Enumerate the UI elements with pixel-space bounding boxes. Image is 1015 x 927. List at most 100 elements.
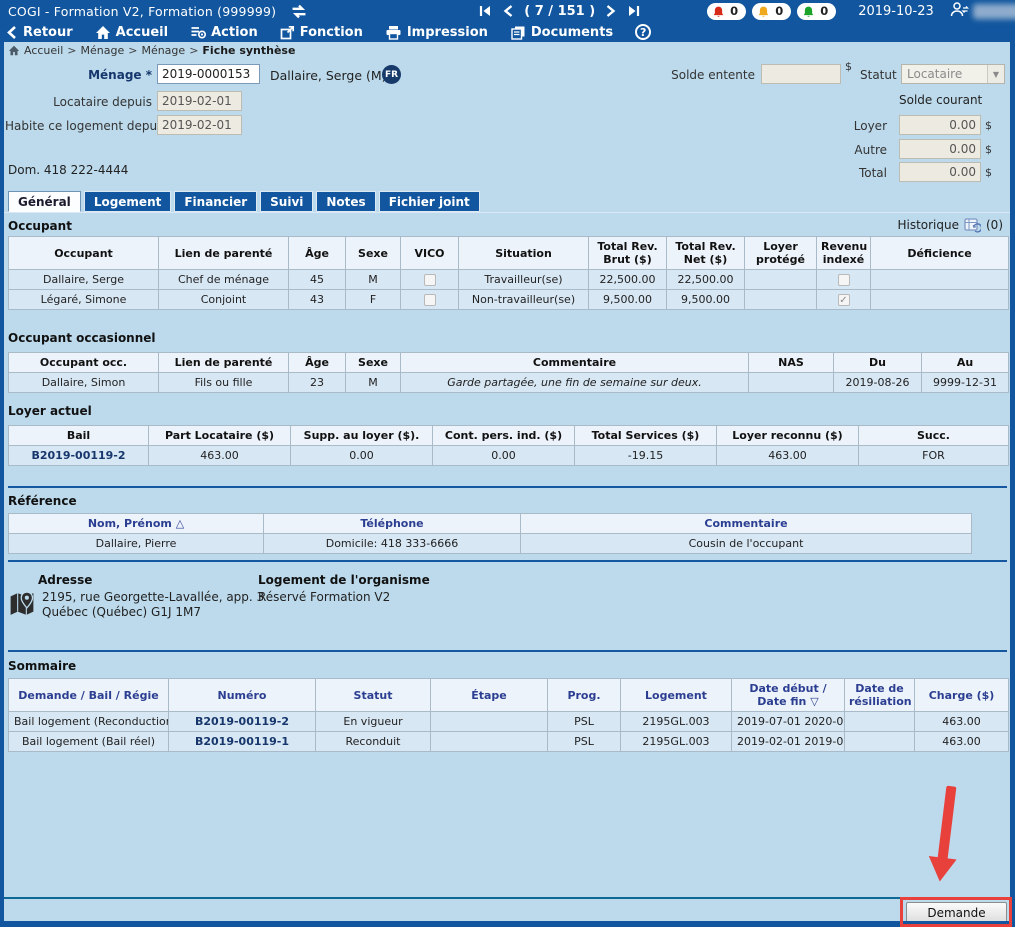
occasionnel-section-title: Occupant occasionnel (8, 331, 156, 345)
cell: 22,500.00 (667, 270, 745, 290)
cell: Dallaire, Simon (9, 373, 159, 393)
tab-logement[interactable]: Logement (84, 191, 172, 212)
tab-notes[interactable]: Notes (316, 191, 375, 212)
amber-bell-badge[interactable]: 0 (752, 3, 791, 20)
language-badge: FR (382, 65, 401, 84)
record-pager: ( 7 / 151 ) (478, 4, 641, 19)
loyer-table: BailPart Locataire ($)Supp. au loyer ($)… (8, 425, 1009, 466)
adresse-line1: 2195, rue Georgette-Lavallée, app. 3 (42, 590, 264, 605)
breadcrumb-menage-1[interactable]: Ménage (81, 44, 125, 57)
adresse-line2: Québec (Québec) G1J 1M7 (42, 605, 201, 620)
column-header: Du (834, 353, 922, 373)
window-border-right (1010, 42, 1015, 927)
cell: FOR (859, 446, 1009, 466)
cell: Dallaire, Serge (9, 270, 159, 290)
occasionnel-header-row: Occupant occ.Lien de parentéÂgeSexeComme… (9, 353, 1009, 373)
menu-impression-label: Impression (407, 25, 488, 40)
annotation-arrow (910, 783, 982, 896)
occupant-section-title: Occupant (8, 219, 72, 233)
help-button[interactable]: ? (635, 24, 651, 40)
back-chevron-icon (6, 25, 18, 40)
loyer-input (899, 115, 981, 135)
cell: 2019-02-01 2019-06-30 (732, 732, 845, 752)
cell: 22,500.00 (589, 270, 667, 290)
historique-control[interactable]: Historique (0) (897, 217, 1003, 233)
breadcrumb-home-icon (8, 45, 20, 56)
cell-link[interactable]: B2019-00119-1 (169, 732, 316, 752)
column-header: Total Services ($) (575, 426, 717, 446)
autre-dollar: $ (985, 143, 992, 156)
menu-retour[interactable]: Retour (6, 25, 73, 40)
cell: Reconduit (316, 732, 431, 752)
adresse-title: Adresse (38, 573, 92, 587)
total-label: Total (830, 166, 887, 180)
home-icon (95, 25, 111, 40)
user-switch-icon[interactable] (950, 1, 969, 22)
tab-fichier-joint[interactable]: Fichier joint (379, 191, 480, 212)
column-header: Numéro (169, 679, 316, 712)
tab-suivi[interactable]: Suivi (260, 191, 313, 212)
menu-action[interactable]: Action (190, 25, 258, 40)
application-window: COGI - Formation V2, Formation (999999) … (0, 0, 1015, 927)
column-header: Demande / Bail / Régie (9, 679, 169, 712)
table-row: B2019-00119-2463.000.000.00-19.15463.00F… (9, 446, 1009, 466)
cell-link[interactable]: B2019-00119-2 (9, 446, 149, 466)
cell: 2195GL.003 (621, 732, 732, 752)
external-function-icon (280, 25, 295, 40)
menu-bar: Retour Accueil Action Fonction Impressio… (0, 22, 1015, 42)
statut-select[interactable]: Locataire ▼ (901, 64, 1005, 84)
loyer-label: Loyer (830, 119, 887, 133)
column-header: Occupant (9, 237, 159, 270)
cell: Fils ou fille (159, 373, 289, 393)
red-bell-badge[interactable]: 0 (707, 3, 746, 20)
breadcrumb-current-page: Fiche synthèse (202, 44, 295, 57)
amber-bell-icon (757, 5, 770, 18)
tab-financier[interactable]: Financier (174, 191, 257, 212)
first-record-icon[interactable] (478, 4, 493, 18)
cell: 23 (289, 373, 346, 393)
cell: 9,500.00 (589, 290, 667, 310)
breadcrumb-accueil[interactable]: Accueil (24, 44, 63, 57)
checkbox-unchecked[interactable] (838, 274, 850, 286)
menu-documents[interactable]: Documents (510, 25, 613, 40)
checkbox-checked[interactable]: ✓ (838, 294, 850, 306)
menu-fonction[interactable]: Fonction (280, 25, 363, 40)
last-record-icon[interactable] (626, 4, 641, 18)
cell (745, 290, 817, 310)
column-header: Loyer reconnu ($) (717, 426, 859, 446)
reference-table: Nom, Prénom △TéléphoneCommentaire Dallai… (8, 513, 972, 554)
checkbox-unchecked[interactable] (424, 294, 436, 306)
checkbox-unchecked[interactable] (424, 274, 436, 286)
pagination-counter: ( 7 / 151 ) (524, 4, 595, 19)
checkbox-cell (401, 270, 459, 290)
breadcrumb-separator: > (189, 44, 198, 57)
occupant-table: OccupantLien de parentéÂgeSexeVICOSituat… (8, 236, 1009, 310)
column-header: Lien de parenté (159, 353, 289, 373)
column-header: Commentaire (401, 353, 749, 373)
breadcrumb-menage-2[interactable]: Ménage (141, 44, 185, 57)
tab-general[interactable]: Général (8, 191, 81, 212)
previous-record-icon[interactable] (502, 4, 515, 18)
green-bell-badge[interactable]: 0 (797, 3, 836, 20)
menu-impression[interactable]: Impression (385, 25, 488, 40)
action-gear-icon (190, 25, 206, 39)
refresh-icon[interactable] (290, 4, 308, 19)
column-header: Étape (431, 679, 548, 712)
next-record-icon[interactable] (604, 4, 617, 18)
habite-label: Habite ce logement depuis (5, 119, 152, 133)
menage-input[interactable] (157, 64, 260, 84)
cell: 9999-12-31 (922, 373, 1009, 393)
solde-entente-input (761, 64, 841, 84)
cell: 2019-08-26 (834, 373, 922, 393)
cell-link[interactable]: B2019-00119-2 (169, 712, 316, 732)
red-alert-count: 0 (730, 4, 738, 18)
column-header: VICO (401, 237, 459, 270)
menu-retour-label: Retour (23, 25, 73, 40)
menu-accueil[interactable]: Accueil (95, 25, 168, 40)
statut-label: Statut (860, 68, 897, 82)
cell: 43 (289, 290, 346, 310)
cell (431, 712, 548, 732)
solde-entente-label: Solde entente (640, 68, 755, 82)
cell: 2019-07-01 2020-06-30 (732, 712, 845, 732)
cell: Bail logement (Bail réel) (9, 732, 169, 752)
